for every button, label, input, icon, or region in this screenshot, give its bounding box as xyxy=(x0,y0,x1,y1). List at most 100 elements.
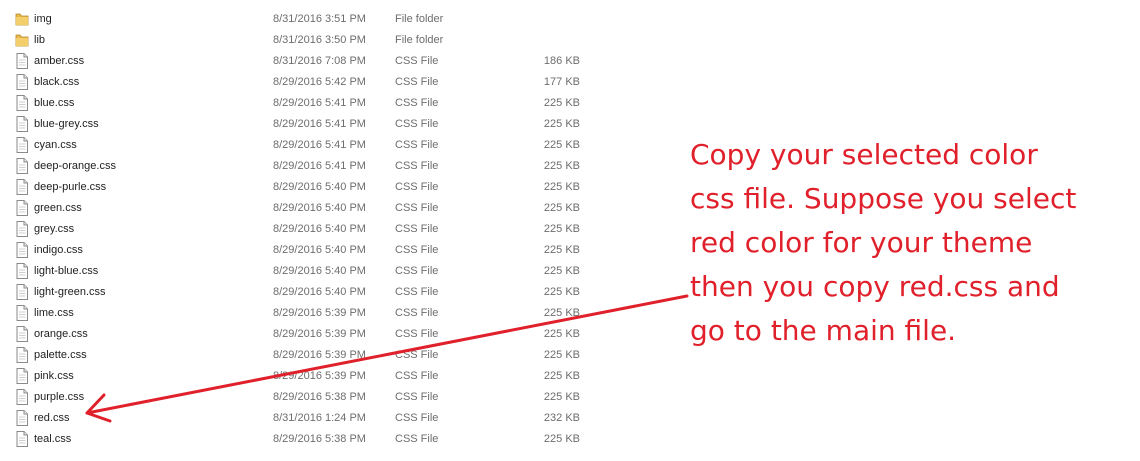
file-name: purple.css xyxy=(34,391,85,403)
file-row[interactable]: light-blue.css 8/29/2016 5:40 PM CSS File 2… xyxy=(0,261,640,282)
file-name: deep-purle.css xyxy=(34,181,107,193)
file-icon xyxy=(15,410,29,426)
file-name: red.css xyxy=(34,412,70,424)
file-name: grey.css xyxy=(34,223,75,235)
file-icon xyxy=(15,347,29,363)
file-date-modified: 8/31/2016 3:50 PM xyxy=(273,34,366,46)
file-date-modified: 8/29/2016 5:39 PM xyxy=(273,370,366,382)
file-row[interactable]: pink.css 8/29/2016 5:39 PM CSS File 225 KB xyxy=(0,366,640,387)
file-type: CSS File xyxy=(395,412,439,424)
file-icon xyxy=(15,368,29,384)
file-row[interactable]: black.css 8/29/2016 5:42 PM CSS File 177 KB xyxy=(0,72,640,93)
file-row[interactable]: grey.css 8/29/2016 5:40 PM CSS File 225 KB xyxy=(0,219,640,240)
file-type: File folder xyxy=(395,13,444,25)
file-icon xyxy=(15,242,29,258)
file-name: deep-orange.css xyxy=(34,160,116,172)
file-name: amber.css xyxy=(34,55,85,67)
file-size: 177 KB xyxy=(543,76,580,88)
file-row[interactable]: palette.css 8/29/2016 5:39 PM CSS File 225 … xyxy=(0,345,640,366)
file-type: CSS File xyxy=(395,286,439,298)
file-name: green.css xyxy=(34,202,82,214)
file-date-modified: 8/29/2016 5:41 PM xyxy=(273,97,366,109)
annotation-text: Copy your selected color css file. Suppos… xyxy=(690,133,1105,353)
file-name: light-green.css xyxy=(34,286,106,298)
file-type: CSS File xyxy=(395,349,439,361)
file-type: CSS File xyxy=(395,370,439,382)
file-type: CSS File xyxy=(395,391,439,403)
file-row[interactable]: green.css 8/29/2016 5:40 PM CSS File 225 KB xyxy=(0,198,640,219)
file-type: CSS File xyxy=(395,139,439,151)
file-icon xyxy=(15,74,29,90)
file-row[interactable]: purple.css 8/29/2016 5:38 PM CSS File 225 K… xyxy=(0,387,640,408)
file-date-modified: 8/29/2016 5:42 PM xyxy=(273,76,366,88)
folder-icon xyxy=(15,11,29,27)
file-size: 225 KB xyxy=(543,328,580,340)
file-size: 225 KB xyxy=(543,265,580,277)
file-icon xyxy=(15,116,29,132)
file-type: CSS File xyxy=(395,181,439,193)
file-row[interactable]: deep-purle.css 8/29/2016 5:40 PM CSS File 2… xyxy=(0,177,640,198)
file-row[interactable]: blue.css 8/29/2016 5:41 PM CSS File 225 KB xyxy=(0,93,640,114)
file-date-modified: 8/29/2016 5:40 PM xyxy=(273,244,366,256)
file-name: black.css xyxy=(34,76,80,88)
file-row[interactable]: cyan.css 8/29/2016 5:41 PM CSS File 225 KB xyxy=(0,135,640,156)
file-date-modified: 8/31/2016 7:08 PM xyxy=(273,55,366,67)
file-row[interactable]: indigo.css 8/29/2016 5:40 PM CSS File 225 K… xyxy=(0,240,640,261)
file-name: orange.css xyxy=(34,328,88,340)
file-date-modified: 8/29/2016 5:40 PM xyxy=(273,202,366,214)
file-icon xyxy=(15,305,29,321)
file-row[interactable]: teal.css 8/29/2016 5:38 PM CSS File 225 KB xyxy=(0,429,640,450)
file-name: cyan.css xyxy=(34,139,77,151)
annotation-line: Copy your selected color xyxy=(690,138,1038,171)
file-name: blue.css xyxy=(34,97,75,109)
file-row[interactable]: lib 8/31/2016 3:50 PM File folder xyxy=(0,30,640,51)
file-name: lime.css xyxy=(34,307,74,319)
file-row[interactable]: orange.css 8/29/2016 5:39 PM CSS File 225 K… xyxy=(0,324,640,345)
file-type: CSS File xyxy=(395,76,439,88)
file-size: 232 KB xyxy=(543,412,580,424)
file-type: CSS File xyxy=(395,244,439,256)
file-date-modified: 8/29/2016 5:40 PM xyxy=(273,181,366,193)
file-icon xyxy=(15,158,29,174)
file-icon xyxy=(15,284,29,300)
file-type: CSS File xyxy=(395,160,439,172)
annotation-line: go to the main file. xyxy=(690,314,957,347)
file-date-modified: 8/29/2016 5:38 PM xyxy=(273,433,366,445)
file-date-modified: 8/29/2016 5:39 PM xyxy=(273,307,366,319)
file-size: 186 KB xyxy=(543,55,580,67)
annotation-line: css file. Suppose you select xyxy=(690,182,1077,215)
file-row[interactable]: light-green.css 8/29/2016 5:40 PM CSS File… xyxy=(0,282,640,303)
file-row[interactable]: lime.css 8/29/2016 5:39 PM CSS File 225 KB xyxy=(0,303,640,324)
file-date-modified: 8/29/2016 5:41 PM xyxy=(273,118,366,130)
file-size: 225 KB xyxy=(543,223,580,235)
file-type: CSS File xyxy=(395,97,439,109)
file-size: 225 KB xyxy=(543,181,580,193)
file-row[interactable]: blue-grey.css 8/29/2016 5:41 PM CSS File 22… xyxy=(0,114,640,135)
file-type: CSS File xyxy=(395,202,439,214)
file-date-modified: 8/29/2016 5:41 PM xyxy=(273,160,366,172)
file-size: 225 KB xyxy=(543,307,580,319)
file-name: indigo.css xyxy=(34,244,83,256)
file-type: CSS File xyxy=(395,433,439,445)
file-name: teal.css xyxy=(34,433,72,445)
file-name: img xyxy=(34,13,52,25)
file-row[interactable]: img 8/31/2016 3:51 PM File folder xyxy=(0,9,640,30)
file-size: 225 KB xyxy=(543,160,580,172)
file-name: pink.css xyxy=(34,370,74,382)
file-date-modified: 8/29/2016 5:41 PM xyxy=(273,139,366,151)
file-size: 225 KB xyxy=(543,391,580,403)
file-row[interactable]: amber.css 8/31/2016 7:08 PM CSS File 186 KB xyxy=(0,51,640,72)
file-row[interactable]: deep-orange.css 8/29/2016 5:41 PM CSS File… xyxy=(0,156,640,177)
annotation-line: red color for your theme xyxy=(690,226,1033,259)
file-date-modified: 8/29/2016 5:40 PM xyxy=(273,265,366,277)
file-type: CSS File xyxy=(395,223,439,235)
file-name: palette.css xyxy=(34,349,87,361)
file-row[interactable]: red.css 8/31/2016 1:24 PM CSS File 232 KB xyxy=(0,408,640,429)
file-date-modified: 8/29/2016 5:39 PM xyxy=(273,349,366,361)
file-size: 225 KB xyxy=(543,139,580,151)
file-list: img 8/31/2016 3:51 PM File folder lib 8/31/2… xyxy=(0,9,640,450)
file-type: CSS File xyxy=(395,265,439,277)
file-date-modified: 8/31/2016 1:24 PM xyxy=(273,412,366,424)
file-type: File folder xyxy=(395,34,444,46)
annotation-line: then you copy red.css and xyxy=(690,270,1060,303)
